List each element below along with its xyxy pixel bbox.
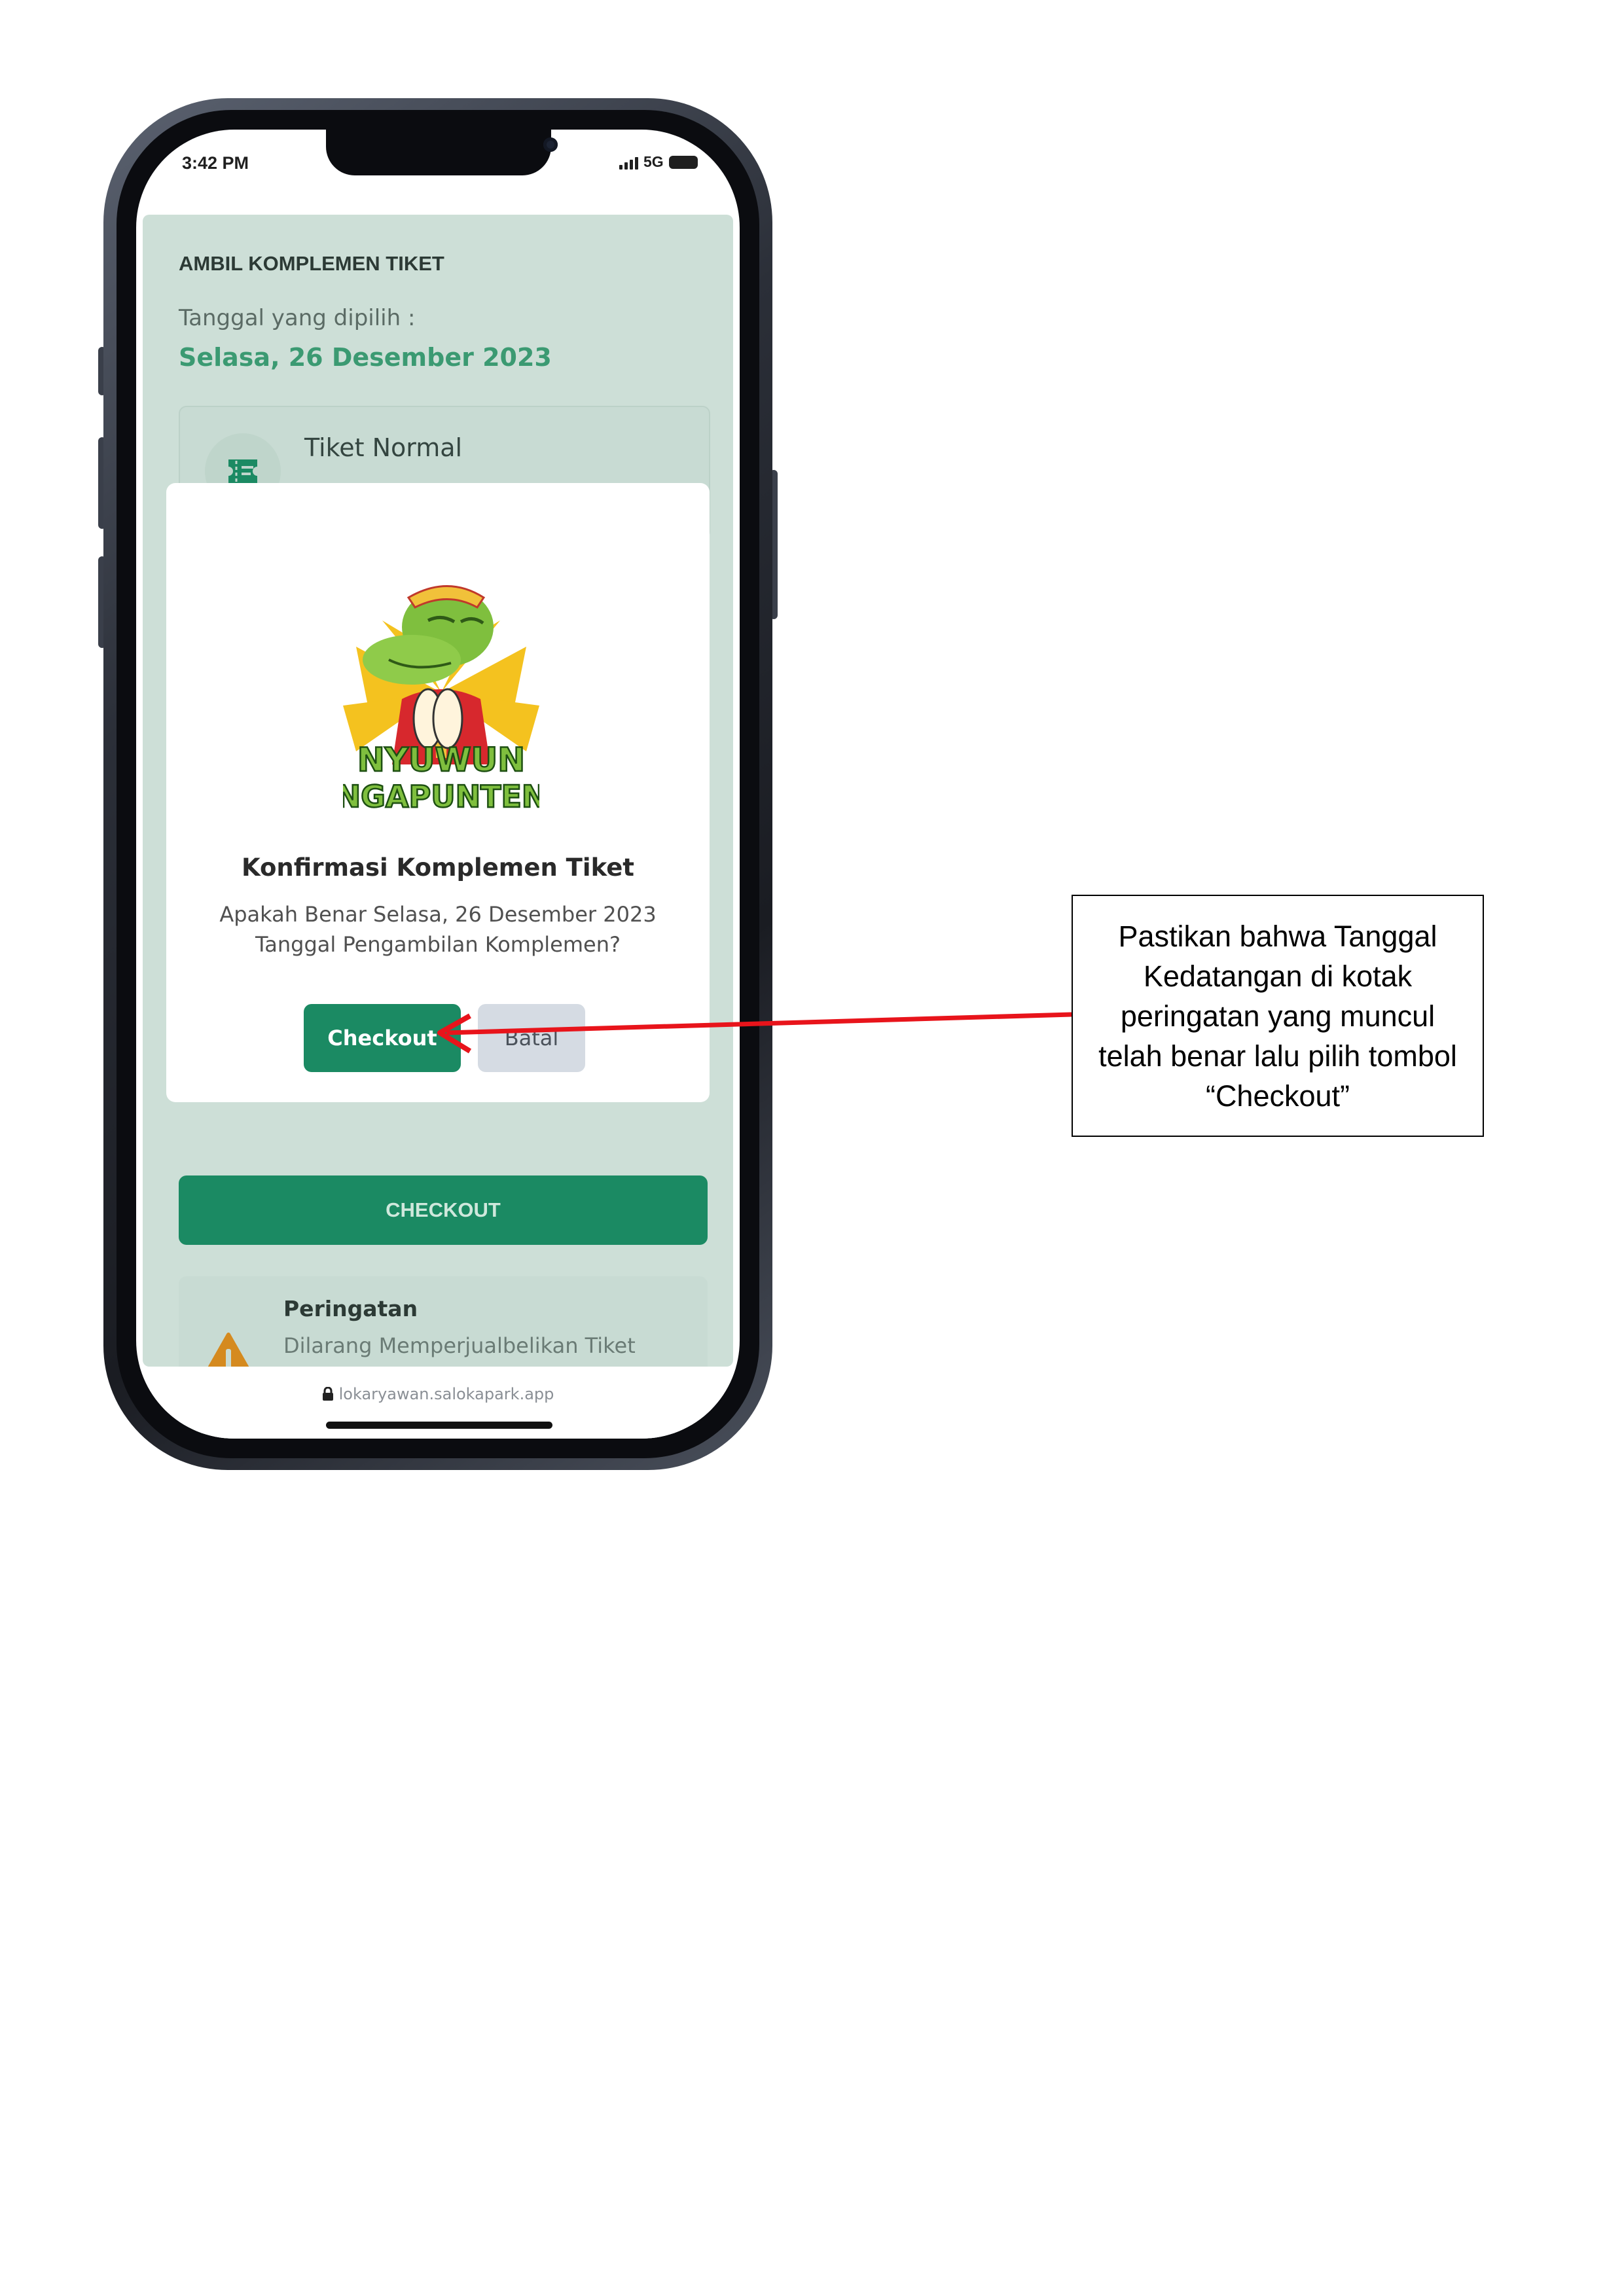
warning-title: Peringatan (283, 1296, 418, 1321)
confirm-checkout-button[interactable]: Checkout (304, 1004, 461, 1072)
lock-icon (322, 1386, 333, 1401)
url-text: lokaryawan.salokapark.app (338, 1385, 554, 1403)
network-type: 5G (643, 153, 664, 170)
modal-title: Konfirmasi Komplemen Tiket (241, 853, 634, 882)
status-time: 3:42 PM (182, 153, 249, 173)
annotation-text: Pastikan bahwa Tanggal Kedatangan di kot… (1098, 919, 1457, 1113)
signal-icon (619, 155, 638, 170)
selected-date: Selasa, 26 Desember 2023 (179, 343, 552, 372)
cancel-button[interactable]: Batal (478, 1004, 585, 1072)
mascot-caption-line1: NYUWUN (357, 741, 525, 779)
front-camera (543, 137, 558, 152)
modal-message: Apakah Benar Selasa, 26 Desember 2023 Ta… (219, 902, 657, 957)
ticket-type-label: Tiket Normal (304, 433, 463, 462)
mascot-illustration: NYUWUN NGAPUNTEN (343, 585, 539, 815)
phone-screen: 3:42 PM 5G AMBIL KOMPLEMEN TIKET Tanggal… (136, 130, 740, 1439)
status-icons: 5G (619, 153, 698, 171)
notch (326, 130, 558, 175)
annotation-callout: Pastikan bahwa Tanggal Kedatangan di kot… (1072, 895, 1484, 1137)
url-display[interactable]: lokaryawan.salokapark.app (136, 1385, 740, 1403)
browser-url-bar: lokaryawan.salokapark.app (136, 1367, 740, 1439)
home-indicator (326, 1422, 552, 1429)
date-label: Tanggal yang dipilih : (179, 305, 416, 331)
battery-icon (668, 155, 698, 169)
checkout-button[interactable]: CHECKOUT (179, 1175, 708, 1245)
confirmation-modal: NYUWUN NGAPUNTEN Konfirmasi Komplemen Ti… (166, 483, 710, 1102)
mascot-caption-line2: NGAPUNTEN (343, 779, 539, 814)
page-title: AMBIL KOMPLEMEN TIKET (179, 252, 444, 275)
